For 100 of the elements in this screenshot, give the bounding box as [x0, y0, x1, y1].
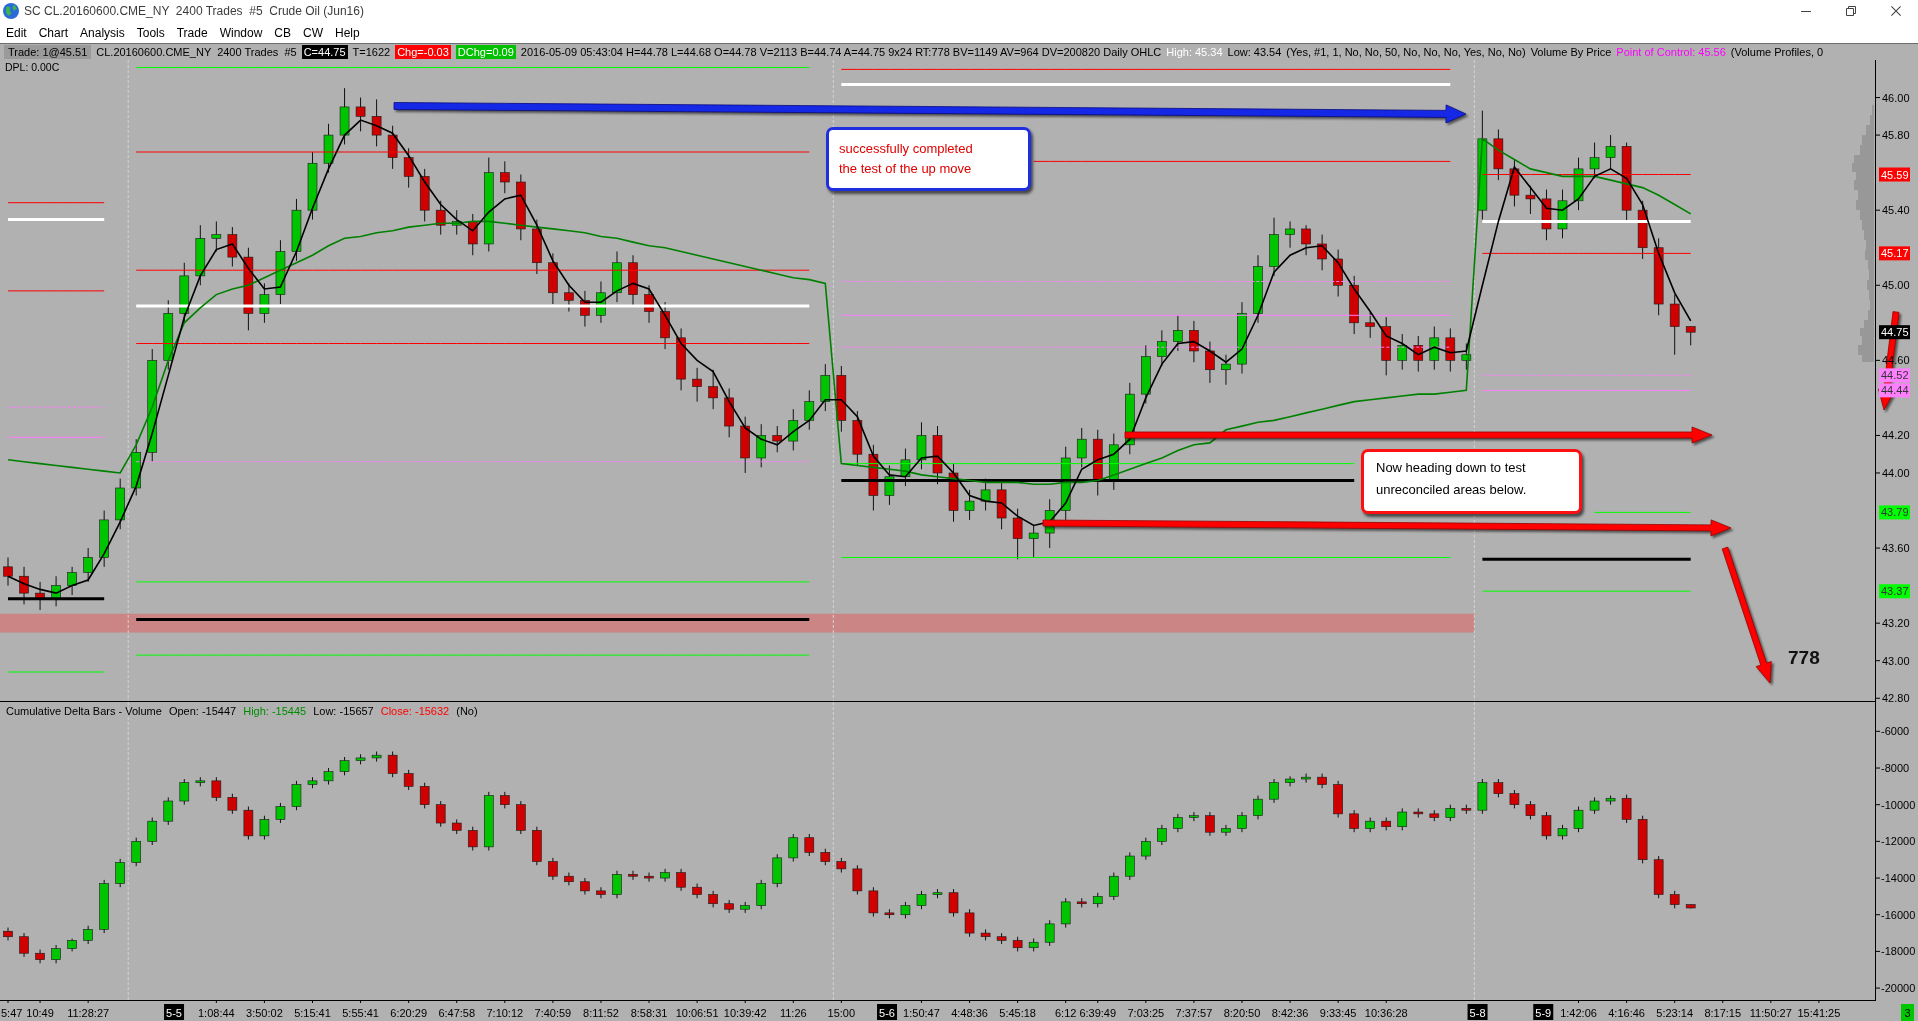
axis-label: 45.00	[1882, 279, 1910, 292]
candle	[772, 853, 783, 888]
time-label: 5:45:18	[999, 1006, 1036, 1019]
candle	[51, 944, 61, 964]
candle	[948, 888, 959, 918]
candle	[532, 826, 542, 866]
price-marker: 44.52	[1879, 368, 1910, 383]
menu-item[interactable]: Chart	[32, 23, 75, 42]
time-label: 8:42:36	[1271, 1006, 1309, 1019]
time-label: 3:50:02	[246, 1006, 283, 1019]
candle	[1285, 220, 1295, 249]
axis-label: 43.60	[1882, 542, 1910, 555]
candle	[1445, 327, 1456, 373]
candle	[131, 837, 141, 867]
axis-label: 46.00	[1882, 91, 1910, 104]
candle	[1429, 326, 1440, 371]
candle	[371, 98, 382, 147]
candle	[660, 868, 670, 883]
candle	[115, 858, 125, 888]
time-label: 11:28:27	[67, 1006, 110, 1019]
candle	[1317, 773, 1327, 789]
candle	[1685, 326, 1696, 346]
candle	[788, 833, 799, 863]
candle	[1141, 344, 1151, 405]
menu-item[interactable]: Help	[329, 23, 366, 42]
time-label: 4:48:36	[951, 1006, 988, 1019]
candle	[612, 250, 622, 303]
candle	[964, 908, 975, 938]
time-label: 5:23:14	[1656, 1006, 1694, 1019]
time-label: 15:00	[827, 1006, 856, 1019]
date-tag: 5-8	[1467, 1004, 1488, 1020]
candle	[1092, 429, 1103, 496]
candle	[19, 932, 29, 958]
menu-item[interactable]: Tools	[130, 23, 171, 42]
candle	[1381, 316, 1391, 376]
candle	[1253, 795, 1263, 820]
candle	[1109, 872, 1119, 901]
time-label: 1:42:06	[1560, 1006, 1597, 1019]
candle	[1349, 275, 1359, 335]
candle	[628, 254, 638, 307]
candle	[804, 833, 815, 857]
price-marker: 45.59	[1879, 167, 1910, 182]
restore-icon	[1845, 6, 1856, 16]
menu-item[interactable]: CB	[268, 23, 297, 42]
axis-label: -16000	[1881, 908, 1916, 921]
candle	[1637, 200, 1648, 260]
candle	[35, 949, 45, 964]
close-icon	[1890, 6, 1901, 16]
candle	[419, 168, 430, 222]
menu-item[interactable]: Analysis	[74, 23, 131, 42]
quote-readout: CL.20160600.CME_NY 2400 Trades #5	[96, 45, 297, 59]
candle	[243, 806, 254, 841]
menu-item[interactable]: Trade	[170, 23, 214, 42]
axis-label: 45.40	[1882, 204, 1910, 217]
candle	[1205, 811, 1215, 837]
candle	[1557, 189, 1568, 239]
candle	[724, 899, 734, 914]
price-marker: 44.75	[1879, 325, 1910, 340]
candle	[1381, 817, 1391, 831]
menu-item[interactable]: Window	[213, 23, 269, 42]
candle	[708, 890, 718, 908]
time-label: 8:58:31	[630, 1006, 668, 1019]
candle	[1589, 796, 1600, 815]
time-label: 9:33:45	[1319, 1006, 1357, 1019]
axis-label: 45.80	[1882, 129, 1910, 142]
candle	[339, 87, 350, 145]
candle	[692, 367, 702, 403]
candle	[67, 938, 77, 952]
time-label: 7:37:57	[1175, 1006, 1213, 1019]
candle	[516, 174, 526, 241]
time-label: 10:36:28	[1364, 1006, 1408, 1019]
candle	[355, 753, 366, 765]
candle	[836, 857, 847, 874]
candle	[1189, 811, 1199, 822]
status-badge: 3	[1901, 1004, 1914, 1021]
candle	[147, 817, 158, 846]
candle	[67, 566, 77, 596]
date-tag: 5-5	[164, 1004, 185, 1020]
price-marker: 44.44	[1879, 383, 1910, 398]
candle	[1493, 778, 1504, 798]
candle	[564, 282, 574, 313]
indicator-readout: Cumulative Delta Bars - Volume	[6, 704, 162, 718]
indicator-readout: High: -15445	[243, 704, 307, 718]
candle	[1493, 128, 1504, 181]
candle	[1365, 817, 1375, 833]
quote-readout: (Volume Profiles, 0	[1730, 45, 1824, 59]
candle	[99, 510, 109, 568]
candle	[884, 464, 895, 506]
candle	[964, 489, 975, 521]
candle	[884, 908, 895, 919]
menu-item[interactable]: Edit	[0, 23, 33, 42]
candle	[1541, 811, 1552, 841]
time-label: 10:49	[26, 1006, 54, 1019]
quote-readout: 2016-05-09 05:43:04 H=44.78 L=44.68 O=44.78 V=2113 B=44.74 A=44.75 9x24 RT:778 BV=1149 AV=964 DV=200820 Daily OHLC	[520, 45, 1162, 59]
candle	[483, 791, 494, 852]
candle	[1445, 804, 1456, 822]
candle	[435, 800, 446, 828]
candle	[211, 776, 222, 802]
time-label: 7:10:12	[486, 1006, 524, 1019]
menu-item[interactable]: CW	[297, 23, 329, 42]
